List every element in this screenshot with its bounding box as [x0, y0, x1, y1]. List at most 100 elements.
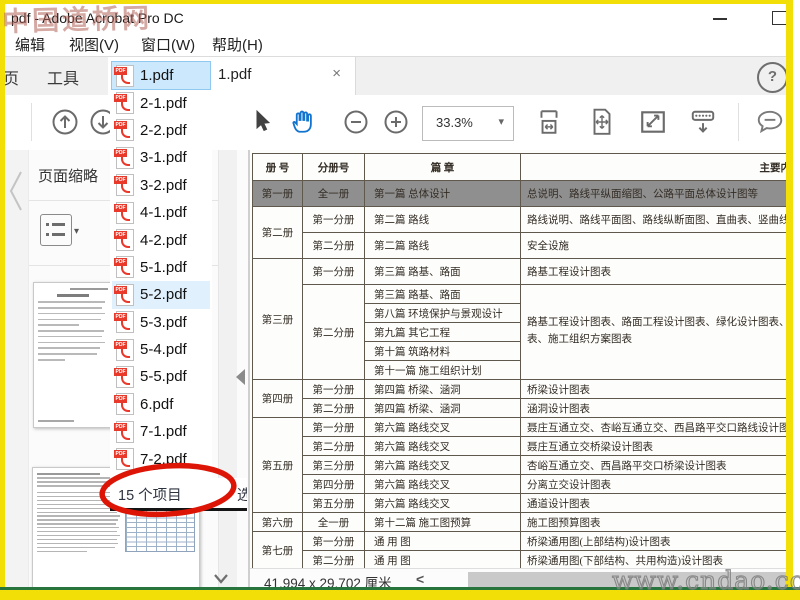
- pdf-swoosh: [121, 239, 130, 249]
- menu-view[interactable]: 视图(V): [69, 34, 119, 55]
- zoom-in-icon[interactable]: [383, 109, 409, 135]
- zoom-level-select[interactable]: 33.3% ▾: [422, 106, 514, 141]
- table-row: 第二册第一分册第二篇 路线路线说明、路线平面图、路线纵断面图、直曲表、竖曲线表、…: [252, 206, 786, 259]
- window-title: pdf - Adobe Acrobat Pro DC: [11, 10, 184, 26]
- horizontal-scrollbar-thumb[interactable]: [468, 572, 786, 587]
- file-item[interactable]: PDF 4-1.pdf: [112, 199, 210, 226]
- zoom-out-icon[interactable]: [343, 109, 369, 135]
- panel-title: 页面缩略: [38, 168, 99, 185]
- file-item[interactable]: PDF 2-1.pdf: [112, 89, 210, 116]
- pdf-badge: PDF: [114, 231, 127, 240]
- table-row: 第二分册 第四篇 桥梁、涵洞 涵洞设计图表: [253, 398, 786, 418]
- page-up-icon[interactable]: [51, 108, 79, 136]
- thumbnail-text-line: [38, 347, 100, 350]
- frame-bottom: [0, 590, 800, 600]
- pdf-swoosh: [121, 184, 130, 194]
- help-button[interactable]: ?: [757, 62, 788, 93]
- file-item-label: 3-1.pdf: [140, 149, 187, 167]
- thumbnail-text-line: [38, 330, 104, 332]
- pdf-file-icon: PDF: [114, 256, 134, 279]
- fit-width-icon[interactable]: [535, 108, 563, 136]
- menu-help[interactable]: 帮助(H): [212, 34, 263, 55]
- tab-tools[interactable]: 工具: [47, 65, 79, 89]
- table-cell: 桥梁通用图(下部结构、共用构造)设计图表: [520, 550, 786, 568]
- table-cell: 第六册: [252, 512, 303, 532]
- table-row: 第二分册 第二篇 路线 安全设施: [253, 232, 786, 259]
- table-cell: 第一册: [252, 180, 303, 207]
- pdf-badge: PDF: [114, 285, 127, 294]
- table-header-cell: 主要内容: [520, 153, 786, 181]
- item-count-label: 15 个项目: [118, 488, 182, 504]
- file-item[interactable]: PDF 3-1.pdf: [112, 144, 210, 171]
- file-item[interactable]: PDF 4-2.pdf: [112, 226, 210, 253]
- list-icon: [52, 223, 65, 226]
- close-icon[interactable]: ×: [332, 65, 341, 82]
- thumbnail-text-line: [37, 511, 117, 513]
- file-item[interactable]: PDF 6.pdf: [112, 391, 210, 418]
- table-row: 第二分册通 用 图桥梁通用图(下部结构、共用构造)设计图表: [253, 550, 786, 568]
- zoom-level-value: 33.3%: [436, 115, 473, 130]
- scroll-mode-icon[interactable]: [689, 108, 717, 136]
- minimize-button[interactable]: [705, 6, 735, 30]
- pdf-swoosh: [121, 375, 130, 385]
- tab-home[interactable]: 页: [3, 65, 19, 89]
- page-thumbnail-1[interactable]: [33, 282, 113, 428]
- table-cell: 第六篇 路线交叉: [364, 493, 521, 513]
- table-cell: 第三册: [252, 258, 303, 380]
- file-item-label: 4-1.pdf: [140, 204, 187, 222]
- full-screen-icon[interactable]: [639, 109, 667, 135]
- chevron-left-icon[interactable]: <: [416, 571, 424, 587]
- table-cell: 第三分册: [302, 455, 365, 475]
- file-item[interactable]: PDF 5-5.pdf: [112, 363, 210, 390]
- file-item-label: 5-4.pdf: [140, 341, 187, 359]
- table-cell: 第一篇 总体设计: [364, 180, 521, 207]
- table-cell: 路线说明、路线平面图、路线纵断面图、直曲表、竖曲线表、用地图等: [520, 206, 786, 233]
- pdf-badge: PDF: [114, 422, 127, 431]
- list-icon: [52, 233, 65, 236]
- pdf-badge: PDF: [114, 395, 127, 404]
- select-tool-icon[interactable]: [251, 109, 273, 133]
- pdf-badge: PDF: [114, 258, 127, 267]
- panel-collapse-chevron-icon[interactable]: [8, 170, 24, 212]
- table-cell: 通 用 图: [364, 550, 521, 568]
- file-item[interactable]: PDF 2-2.pdf: [112, 117, 210, 144]
- file-item-label: 2-2.pdf: [140, 121, 187, 139]
- file-item[interactable]: PDF 5-2.pdf: [112, 281, 210, 309]
- sidebar-scrollbar[interactable]: [214, 150, 237, 590]
- file-item[interactable]: PDF 5-1.pdf: [112, 254, 210, 281]
- fit-page-icon[interactable]: [588, 107, 616, 137]
- file-item[interactable]: PDF 7-2.pdf: [112, 445, 210, 472]
- file-item-label: 5-3.pdf: [140, 313, 187, 331]
- file-item-label: 3-2.pdf: [140, 176, 187, 194]
- file-item[interactable]: PDF 7-1.pdf: [112, 418, 210, 445]
- table-cell: 涵洞设计图表: [520, 398, 786, 418]
- comment-icon[interactable]: [755, 108, 785, 136]
- panel-collapse-arrow-icon[interactable]: [236, 369, 245, 385]
- file-item[interactable]: PDF 3-2.pdf: [112, 172, 210, 199]
- table-cell: 通 用 图: [364, 531, 521, 551]
- menu-edit[interactable]: 编辑: [15, 34, 45, 55]
- frame-left: [0, 0, 5, 600]
- file-item[interactable]: PDF 1.pdf: [111, 60, 211, 91]
- pdf-badge: PDF: [114, 313, 127, 322]
- table-row: 第七册 第一分册通 用 图桥梁通用图(上部结构)设计图表: [252, 531, 786, 568]
- file-item-label: 7-2.pdf: [140, 450, 187, 468]
- file-item-label: 5-5.pdf: [140, 368, 187, 386]
- file-item[interactable]: PDF 5-3.pdf: [112, 309, 210, 336]
- table-cell: 第四篇 桥梁、涵洞: [364, 398, 521, 418]
- thumbnail-options-button[interactable]: [40, 214, 72, 246]
- thumbnail-text-line: [38, 341, 106, 344]
- scroll-down-icon[interactable]: [207, 568, 235, 588]
- thumbnail-text-line: [37, 492, 121, 494]
- hand-tool-icon[interactable]: [289, 106, 317, 136]
- table-row: 第四册 第一分册 第四篇 桥梁、涵洞 桥梁设计图表: [252, 379, 786, 418]
- table-cell: 第一分册: [302, 206, 365, 233]
- pdf-file-icon: PDF: [114, 201, 134, 224]
- pdf-swoosh: [121, 102, 130, 112]
- file-item[interactable]: PDF 5-4.pdf: [112, 336, 210, 363]
- table-cell: 第二分册: [302, 398, 365, 418]
- pdf-file-icon: PDF: [114, 448, 134, 471]
- pdf-badge: PDF: [114, 148, 127, 157]
- menu-window[interactable]: 窗口(W): [141, 34, 195, 55]
- thumbnail-text-line: [37, 496, 119, 498]
